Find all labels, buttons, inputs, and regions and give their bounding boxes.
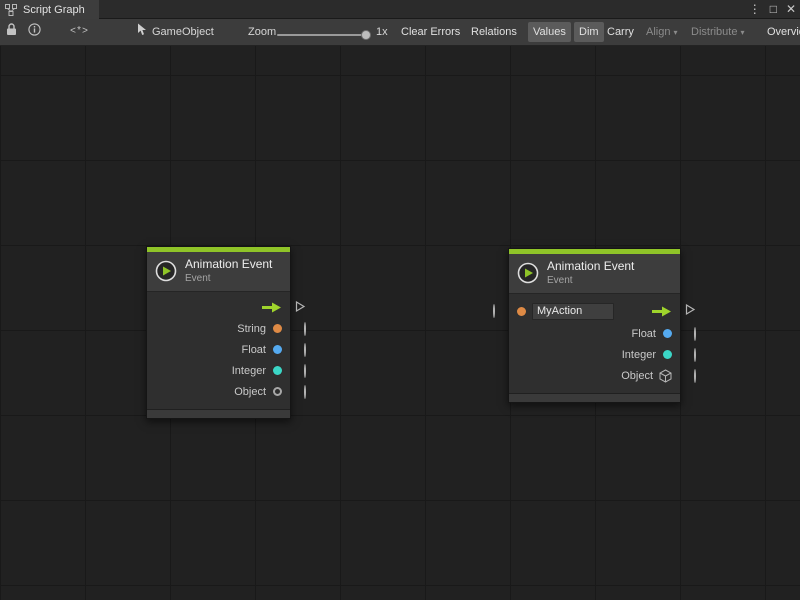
string-type-dot	[517, 307, 526, 316]
integer-output-row: Integer	[509, 344, 680, 365]
node-footer	[509, 393, 680, 402]
code-view-icon[interactable]: <*>	[70, 27, 88, 38]
lock-icon[interactable]	[6, 23, 17, 41]
action-name-field[interactable]	[532, 303, 614, 320]
float-type-dot	[663, 329, 672, 338]
trigger-flow-arrow-icon	[651, 306, 672, 317]
integer-output-port[interactable]	[694, 349, 696, 361]
node-header[interactable]: Animation Event Event	[509, 254, 680, 294]
values-button[interactable]: Values	[528, 22, 571, 42]
float-output-port[interactable]	[694, 328, 696, 340]
trigger-output-row	[147, 297, 290, 318]
relations-button[interactable]: Relations	[466, 22, 522, 42]
node-body: String Float Integer Object	[147, 292, 290, 409]
chevron-down-icon: ▾	[740, 28, 744, 37]
zoom-value: 1x	[376, 26, 388, 38]
object-port-label: Object	[234, 386, 266, 398]
event-play-icon	[155, 260, 177, 282]
trigger-flow-arrow-icon	[261, 302, 282, 313]
object-output-port[interactable]	[304, 386, 306, 398]
string-output-port[interactable]	[304, 323, 306, 335]
title-bar: Script Graph ⋮ □ ✕	[0, 0, 800, 19]
node-header[interactable]: Animation Event Event	[147, 252, 290, 292]
node-subtitle: Event	[547, 275, 634, 286]
distribute-label: Distribute	[691, 26, 737, 38]
object-output-row: Object	[147, 381, 290, 402]
window-menu-icon[interactable]: ⋮	[749, 0, 761, 19]
object-output-row: Object	[509, 365, 680, 386]
graph-icon	[5, 4, 17, 16]
gameobject-label[interactable]: GameObject	[152, 26, 214, 38]
node-subtitle: Event	[185, 273, 272, 284]
zoom-slider[interactable]	[277, 34, 369, 36]
chevron-down-icon: ▾	[673, 28, 677, 37]
carry-button[interactable]: Carry	[602, 22, 639, 42]
integer-type-dot	[273, 366, 282, 375]
float-output-row: Float	[147, 339, 290, 360]
node-animation-event-1[interactable]: Animation Event Event Str	[146, 246, 291, 419]
object-type-ring-icon	[273, 387, 282, 396]
trigger-output-port[interactable]	[684, 304, 696, 319]
object-output-port[interactable]	[694, 370, 696, 382]
node-animation-event-2[interactable]: Animation Event Event	[508, 248, 681, 403]
integer-type-dot	[663, 350, 672, 359]
node-header-text: Animation Event Event	[547, 260, 634, 286]
node-header-text: Animation Event Event	[185, 258, 272, 284]
node-footer	[147, 409, 290, 418]
distribute-dropdown[interactable]: Distribute▾	[686, 22, 749, 42]
string-output-row: String	[147, 318, 290, 339]
zoom-slider-knob[interactable]	[361, 30, 371, 40]
align-dropdown[interactable]: Align▾	[641, 22, 682, 42]
float-port-label: Float	[632, 328, 656, 340]
integer-output-port[interactable]	[304, 365, 306, 377]
object-port-label: Object	[621, 370, 653, 382]
float-port-label: Float	[242, 344, 266, 356]
zoom-label: Zoom	[248, 26, 276, 38]
tab-script-graph[interactable]: Script Graph	[0, 0, 99, 19]
integer-port-label: Integer	[622, 349, 656, 361]
node-title: Animation Event	[185, 258, 272, 271]
align-label: Align	[646, 26, 670, 38]
clear-errors-button[interactable]: Clear Errors	[396, 22, 465, 42]
string-port-label: String	[237, 323, 266, 335]
event-play-icon	[517, 262, 539, 284]
action-input-row	[509, 299, 680, 323]
info-icon[interactable]	[28, 23, 41, 41]
graph-toolbar: <*> GameObject Zoom 1x Clear Errors Rela…	[0, 19, 800, 46]
action-input-port[interactable]	[493, 305, 495, 317]
graph-canvas[interactable]: Animation Event Event Str	[0, 46, 800, 600]
trigger-output-port[interactable]	[294, 300, 306, 315]
float-output-port[interactable]	[304, 344, 306, 356]
close-icon[interactable]: ✕	[786, 0, 796, 19]
cube-icon	[659, 369, 672, 383]
gameobject-cursor-icon	[137, 23, 148, 41]
string-type-dot	[273, 324, 282, 333]
dim-button[interactable]: Dim	[574, 22, 604, 42]
float-output-row: Float	[509, 323, 680, 344]
node-body: Float Integer Object	[509, 294, 680, 393]
integer-port-label: Integer	[232, 365, 266, 377]
maximize-icon[interactable]: □	[770, 0, 777, 19]
float-type-dot	[273, 345, 282, 354]
window-controls: ⋮ □ ✕	[749, 0, 796, 19]
tab-title: Script Graph	[23, 4, 85, 16]
overview-button[interactable]: Overview	[762, 22, 800, 42]
integer-output-row: Integer	[147, 360, 290, 381]
node-title: Animation Event	[547, 260, 634, 273]
